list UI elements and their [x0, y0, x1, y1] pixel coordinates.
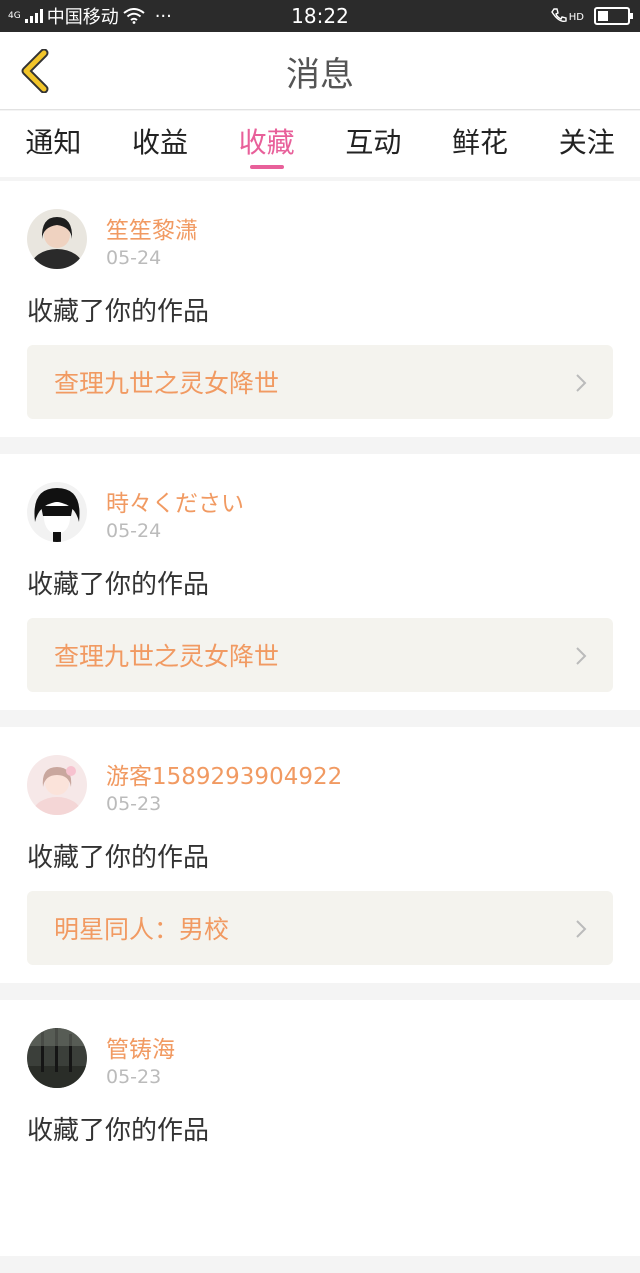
work-link[interactable]: 查理九世之灵女降世 [27, 345, 613, 419]
message-date: 05-24 [106, 520, 162, 542]
user-name[interactable]: 笙笙黎潇 [106, 211, 198, 245]
user-name[interactable]: 管铸海 [106, 1030, 175, 1064]
avatar[interactable] [27, 755, 87, 815]
user-name[interactable]: 游客1589293904922 [106, 757, 342, 791]
chevron-right-icon [576, 647, 587, 665]
tab-bar: 通知 收益 收藏 互动 鲜花 关注 [0, 111, 640, 177]
tab-label: 关注 [558, 126, 615, 159]
battery-icon [594, 7, 633, 25]
status-bar: 4G 中国移动 ··· 18:22 HD [0, 0, 640, 32]
page-title: 消息 [286, 54, 354, 95]
work-title: 查理九世之灵女降世 [54, 369, 280, 398]
message-action: 收藏了你的作品 [27, 843, 210, 873]
message-action: 收藏了你的作品 [27, 1116, 210, 1146]
user-name[interactable]: 時々ください [106, 484, 244, 518]
message-card: 時々ください 05-24 收藏了你的作品 查理九世之灵女降世 [0, 454, 640, 710]
tab-interactions[interactable]: 互动 [320, 111, 427, 177]
hd-tag: HD [568, 12, 584, 23]
message-action: 收藏了你的作品 [27, 570, 210, 600]
tab-label: 收藏 [238, 126, 295, 159]
chevron-right-icon [576, 920, 587, 938]
message-action: 收藏了你的作品 [27, 297, 210, 327]
tab-notifications[interactable]: 通知 [0, 111, 107, 177]
tab-favorites[interactable]: 收藏 [213, 111, 320, 177]
phone-icon [550, 8, 567, 22]
nav-header: 消息 [0, 32, 640, 110]
tab-earnings[interactable]: 收益 [107, 111, 214, 177]
tab-flowers[interactable]: 鲜花 [427, 111, 534, 177]
work-link[interactable]: 明星同人：男校 [27, 891, 613, 965]
active-tab-indicator [249, 165, 284, 169]
status-right: HD [550, 0, 633, 32]
avatar[interactable] [27, 1028, 87, 1088]
message-list: 笙笙黎潇 05-24 收藏了你的作品 查理九世之灵女降世 時々ください 05-2… [0, 181, 640, 1273]
message-date: 05-23 [106, 793, 162, 815]
message-date: 05-23 [106, 1066, 162, 1088]
chevron-right-icon [576, 374, 587, 392]
work-title: 明星同人：男校 [54, 915, 230, 944]
message-card: 笙笙黎潇 05-24 收藏了你的作品 查理九世之灵女降世 [0, 181, 640, 437]
status-time: 18:22 [291, 4, 349, 28]
tab-follows[interactable]: 关注 [533, 111, 640, 177]
avatar[interactable] [27, 482, 87, 542]
tab-label: 互动 [345, 126, 402, 159]
hd-call-indicator: HD [550, 8, 584, 24]
tab-label: 通知 [25, 126, 82, 159]
work-link[interactable]: 查理九世之灵女降世 [27, 618, 613, 692]
message-card: 游客1589293904922 05-23 收藏了你的作品 明星同人：男校 [0, 727, 640, 983]
message-date: 05-24 [106, 247, 162, 269]
avatar[interactable] [27, 209, 87, 269]
message-card: 管铸海 05-23 收藏了你的作品 [0, 1000, 640, 1256]
tab-label: 收益 [132, 126, 189, 159]
tab-label: 鲜花 [452, 126, 509, 159]
work-title: 查理九世之灵女降世 [54, 642, 280, 671]
